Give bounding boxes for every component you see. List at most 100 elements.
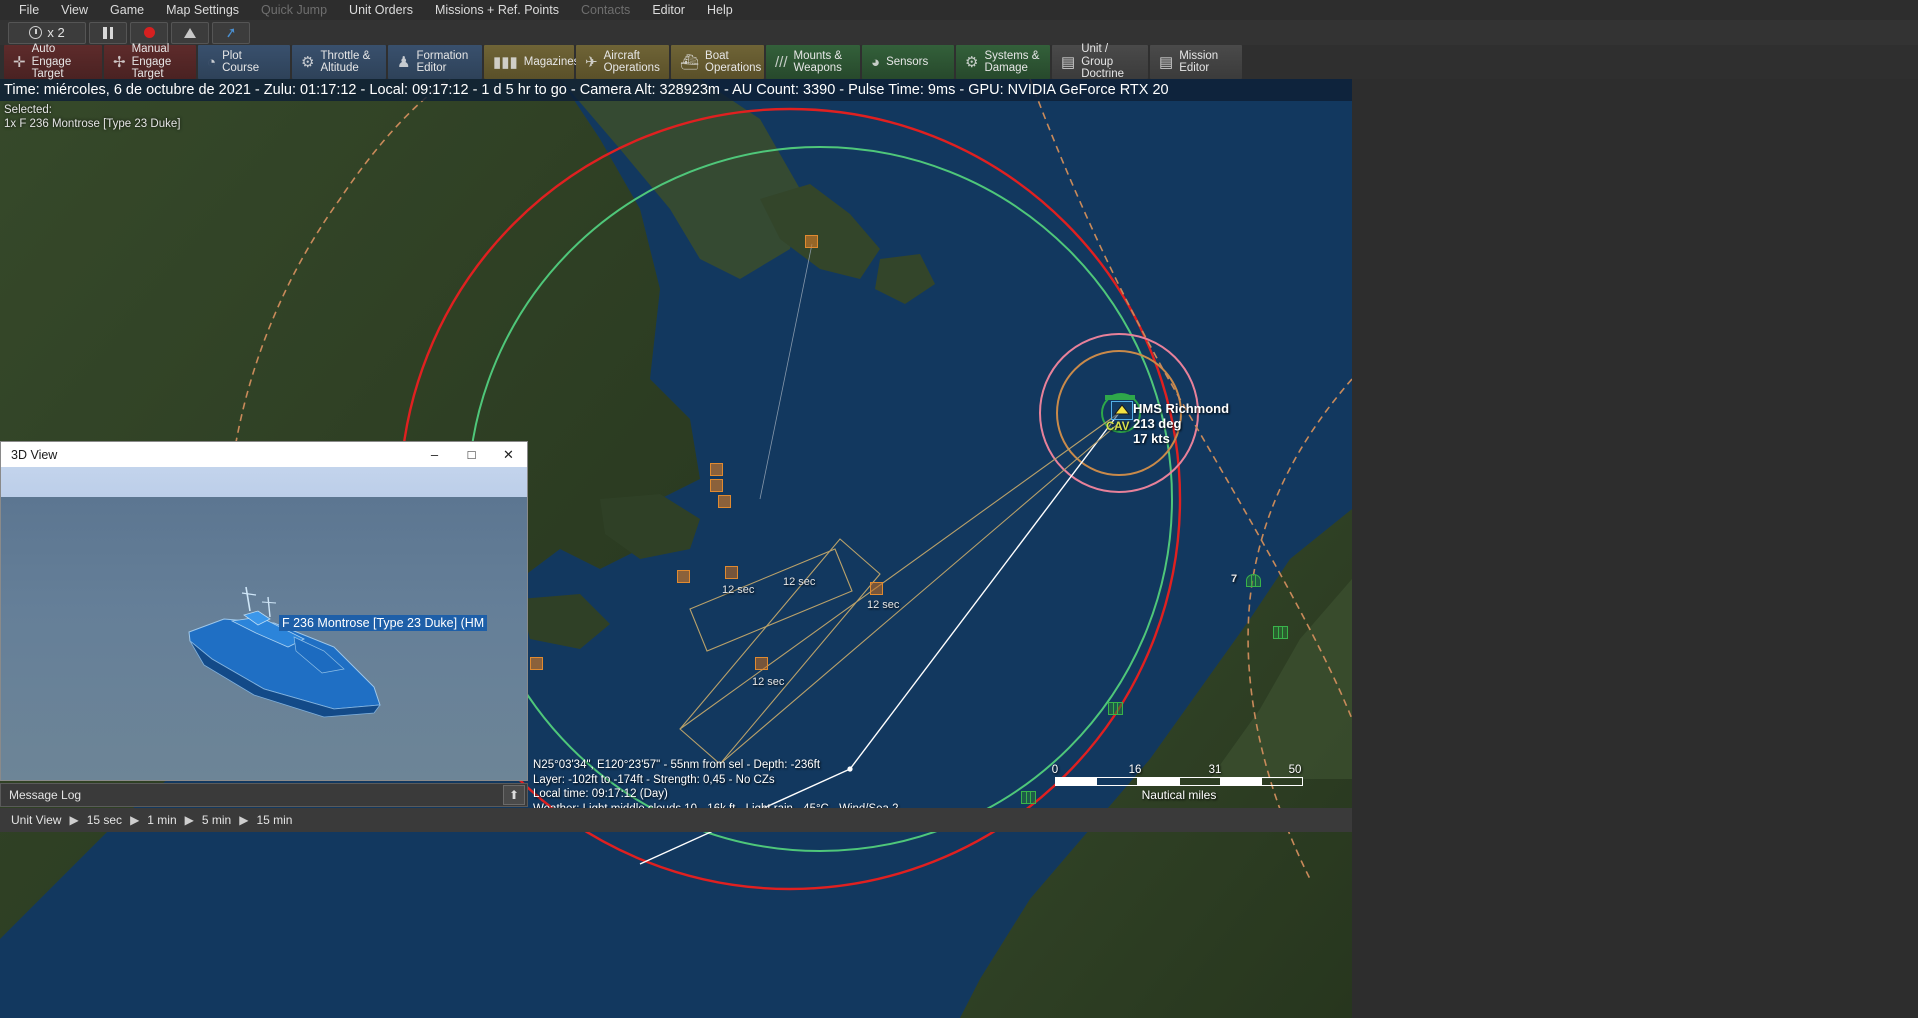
document-icon: ▤	[1061, 53, 1075, 71]
action-formation-editor[interactable]: ♟ Formation Editor	[388, 45, 482, 79]
menu-item-file[interactable]: File	[8, 1, 50, 19]
contact-marker[interactable]	[710, 463, 723, 476]
mounts-icon: ///	[775, 54, 788, 71]
facility-marker[interactable]	[1273, 626, 1288, 639]
bottom-item-15-min[interactable]: 15 min	[249, 813, 299, 827]
action-magazines[interactable]: ▮▮▮ Magazines	[484, 45, 574, 79]
menu-item-map-settings[interactable]: Map Settings	[155, 1, 250, 19]
time-control-toolbar: x 2 ➚	[0, 20, 1918, 45]
facility-marker[interactable]	[1108, 702, 1123, 715]
contact-marker[interactable]	[725, 566, 738, 579]
contact-marker[interactable]	[530, 657, 543, 670]
time-tag: 12 sec	[752, 676, 784, 688]
action-sensors[interactable]: ◕ Sensors	[862, 45, 954, 79]
compass-icon: ◔	[207, 54, 216, 71]
contact-marker[interactable]	[870, 582, 883, 595]
message-log-label: Message Log	[9, 788, 81, 802]
bottom-item-1-min[interactable]: 1 min	[140, 813, 183, 827]
contact-marker[interactable]	[718, 495, 731, 508]
menu-item-contacts: Contacts	[570, 1, 641, 19]
ownship-cav-label: CAV	[1106, 421, 1129, 433]
map-selection-info: Selected: 1x F 236 Montrose [Type 23 Duk…	[4, 103, 180, 131]
contact-marker[interactable]	[677, 570, 690, 583]
menu-item-game[interactable]: Game	[99, 1, 155, 19]
menu-item-unit-orders[interactable]: Unit Orders	[338, 1, 424, 19]
action-boat-operations[interactable]: ⛴ Boat Operations	[671, 45, 764, 79]
action-label: Auto Engage Target	[32, 43, 93, 81]
crosshair-icon: ✛	[13, 53, 26, 71]
record-button[interactable]	[130, 22, 168, 44]
action-aircraft-operations[interactable]: ✈ Aircraft Operations	[576, 45, 669, 79]
action-unit-group-doctrine[interactable]: ▤ Unit / Group Doctrine	[1052, 45, 1148, 79]
three-d-view-window[interactable]: 3D View – □ ✕	[0, 441, 528, 781]
selected-unit: 1x F 236 Montrose [Type 23 Duke]	[4, 117, 180, 131]
action-throttle-altitude[interactable]: ⚙ Throttle & Altitude	[292, 45, 386, 79]
action-toolbar: ✛ Auto Engage Target ✢ Manual Engage Tar…	[0, 45, 1918, 79]
action-label: Mission Editor	[1179, 50, 1218, 75]
action-plot-course[interactable]: ◔ Plot Course	[198, 45, 290, 79]
action-mission-editor[interactable]: ▤ Mission Editor	[1150, 45, 1242, 79]
map-status-line: Time: miércoles, 6 de octubre de 2021 - …	[0, 79, 1352, 101]
three-d-sky	[1, 467, 527, 497]
menu-bar: File View Game Map Settings Quick Jump U…	[0, 0, 1918, 20]
close-icon[interactable]: ✕	[490, 442, 527, 467]
bottom-item-15-sec[interactable]: 15 sec	[80, 813, 129, 827]
view-cone-button[interactable]	[171, 22, 209, 44]
ownship-symbol[interactable]	[1111, 401, 1133, 420]
bottom-bar: Unit View ▶ 15 sec ▶ 1 min ▶ 5 min ▶ 15 …	[0, 808, 1352, 832]
action-auto-engage-target[interactable]: ✛ Auto Engage Target	[4, 45, 102, 79]
scale-tick: 50	[1289, 764, 1302, 776]
contact-marker[interactable]	[805, 235, 818, 248]
three-d-view-canvas[interactable]: F 236 Montrose [Type 23 Duke] (HM	[1, 467, 527, 780]
chevron-right-icon: ▶	[238, 813, 249, 827]
action-label: Throttle & Altitude	[320, 50, 370, 75]
facility-marker[interactable]	[1246, 574, 1261, 587]
clock-icon	[29, 26, 42, 39]
three-d-view-titlebar[interactable]: 3D View – □ ✕	[1, 442, 527, 467]
three-d-ship-label: F 236 Montrose [Type 23 Duke] (HM	[279, 615, 487, 631]
scale-bar-graphic	[1055, 777, 1303, 786]
three-d-ship-model	[184, 577, 394, 722]
action-label: Sensors	[886, 56, 928, 69]
expand-up-icon[interactable]: ⬆	[503, 785, 525, 805]
scale-caption: Nautical miles	[1055, 788, 1303, 802]
action-systems-damage[interactable]: ⚙ Systems & Damage	[956, 45, 1050, 79]
minimize-icon[interactable]: –	[416, 442, 453, 467]
facility-marker[interactable]	[1021, 791, 1036, 804]
message-log-bar[interactable]: Message Log ⬆	[0, 783, 528, 807]
menu-item-editor[interactable]: Editor	[641, 1, 696, 19]
gear-icon: ⚙	[965, 53, 978, 71]
action-label: Mounts & Weapons	[794, 50, 843, 75]
menu-item-missions-ref-points[interactable]: Missions + Ref. Points	[424, 1, 570, 19]
radar-icon: ◕	[871, 54, 880, 71]
menu-item-view[interactable]: View	[50, 1, 99, 19]
selected-label: Selected:	[4, 103, 180, 117]
time-speed-button[interactable]: x 2	[8, 22, 86, 44]
crosshair-manual-icon: ✢	[113, 53, 126, 71]
action-label: Systems & Damage	[984, 50, 1039, 75]
menu-item-help[interactable]: Help	[696, 1, 744, 19]
bottom-item-5-min[interactable]: 5 min	[195, 813, 238, 827]
jump-button[interactable]: ➚	[212, 22, 250, 44]
mission-editor-icon: ▤	[1159, 53, 1173, 71]
map-info-coords: N25°03'34", E120°23'57" - 55nm from sel …	[533, 758, 899, 773]
trapezoid-icon	[184, 28, 196, 38]
time-tag: 12 sec	[783, 576, 815, 588]
scale-tick: 0	[1052, 764, 1058, 776]
action-label: Plot Course	[222, 50, 281, 75]
menu-item-quick-jump: Quick Jump	[250, 1, 338, 19]
pause-button[interactable]	[89, 22, 127, 44]
map-scale-bar: 0 16 31 50 Nautical miles	[1055, 764, 1303, 802]
action-mounts-weapons[interactable]: /// Mounts & Weapons	[766, 45, 860, 79]
chevron-right-icon: ▶	[184, 813, 195, 827]
maximize-icon[interactable]: □	[453, 442, 490, 467]
action-label: Unit / Group Doctrine	[1081, 43, 1139, 81]
action-manual-engage-target[interactable]: ✢ Manual Engage Target	[104, 45, 196, 79]
bottom-item-unit-view[interactable]: Unit View	[4, 813, 68, 827]
chevron-right-icon: ▶	[129, 813, 140, 827]
contact-marker[interactable]	[755, 657, 768, 670]
scale-tick: 16	[1129, 764, 1142, 776]
contact-marker[interactable]	[710, 479, 723, 492]
time-tag: 12 sec	[867, 599, 899, 611]
blue-arrow-icon: ➚	[224, 23, 239, 42]
